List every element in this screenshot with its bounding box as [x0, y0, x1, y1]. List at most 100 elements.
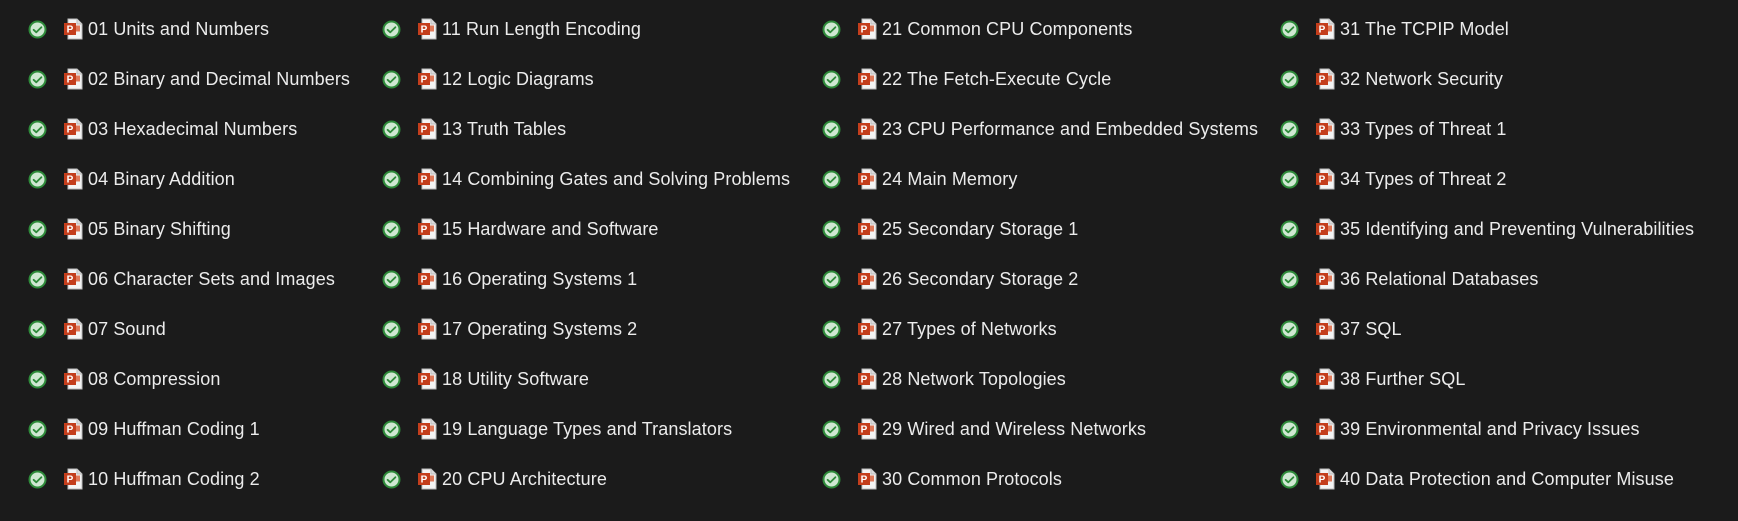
file-item[interactable]: P 39 Environmental and Privacy Issues	[1280, 404, 1694, 454]
powerpoint-file-icon: P	[1315, 18, 1335, 40]
svg-text:P: P	[1319, 425, 1326, 436]
file-item[interactable]: P 07 Sound	[28, 304, 350, 354]
svg-text:P: P	[1319, 375, 1326, 386]
file-name: 10 Huffman Coding 2	[88, 468, 260, 489]
svg-text:P: P	[421, 125, 428, 136]
svg-text:P: P	[861, 325, 868, 336]
file-item[interactable]: P 16 Operating Systems 1	[382, 254, 790, 304]
file-item[interactable]: P 33 Types of Threat 1	[1280, 104, 1694, 154]
check-circle-icon	[382, 470, 401, 489]
svg-text:P: P	[861, 275, 868, 286]
file-item[interactable]: P 17 Operating Systems 2	[382, 304, 790, 354]
file-item[interactable]: P 29 Wired and Wireless Networks	[822, 404, 1258, 454]
file-item[interactable]: P 36 Relational Databases	[1280, 254, 1694, 304]
file-name: 33 Types of Threat 1	[1340, 118, 1507, 139]
powerpoint-file-icon: P	[63, 68, 83, 90]
file-item[interactable]: P 30 Common Protocols	[822, 454, 1258, 504]
powerpoint-file-icon: P	[417, 168, 437, 190]
file-name: 17 Operating Systems 2	[442, 318, 638, 339]
file-item[interactable]: P 11 Run Length Encoding	[382, 4, 790, 54]
svg-text:P: P	[861, 475, 868, 486]
file-name: 13 Truth Tables	[442, 118, 567, 139]
file-item[interactable]: P 40 Data Protection and Computer Misuse	[1280, 454, 1694, 504]
file-item[interactable]: P 02 Binary and Decimal Numbers	[28, 54, 350, 104]
file-name: 28 Network Topologies	[882, 368, 1066, 389]
file-item[interactable]: P 28 Network Topologies	[822, 354, 1258, 404]
file-item[interactable]: P 26 Secondary Storage 2	[822, 254, 1258, 304]
svg-text:P: P	[421, 425, 428, 436]
powerpoint-file-icon: P	[417, 418, 437, 440]
file-item[interactable]: P 23 CPU Performance and Embedded System…	[822, 104, 1258, 154]
file-item[interactable]: P 18 Utility Software	[382, 354, 790, 404]
file-item[interactable]: P 03 Hexadecimal Numbers	[28, 104, 350, 154]
file-item[interactable]: P 27 Types of Networks	[822, 304, 1258, 354]
file-item[interactable]: P 32 Network Security	[1280, 54, 1694, 104]
powerpoint-file-icon: P	[857, 68, 877, 90]
file-name: 29 Wired and Wireless Networks	[882, 418, 1147, 439]
check-circle-icon	[822, 270, 841, 289]
powerpoint-file-icon: P	[857, 218, 877, 240]
check-circle-icon	[28, 220, 47, 239]
powerpoint-file-icon: P	[1315, 418, 1335, 440]
powerpoint-file-icon: P	[63, 168, 83, 190]
file-item[interactable]: P 38 Further SQL	[1280, 354, 1694, 404]
svg-text:P: P	[67, 475, 74, 486]
check-circle-icon	[382, 420, 401, 439]
file-item[interactable]: P 13 Truth Tables	[382, 104, 790, 154]
svg-text:P: P	[421, 275, 428, 286]
svg-text:P: P	[861, 25, 868, 36]
check-circle-icon	[1280, 20, 1299, 39]
file-name: 37 SQL	[1340, 318, 1402, 339]
file-item[interactable]: P 08 Compression	[28, 354, 350, 404]
file-item[interactable]: P 21 Common CPU Components	[822, 4, 1258, 54]
powerpoint-file-icon: P	[417, 468, 437, 490]
check-circle-icon	[382, 370, 401, 389]
file-item[interactable]: P 37 SQL	[1280, 304, 1694, 354]
powerpoint-file-icon: P	[417, 68, 437, 90]
file-item[interactable]: P 10 Huffman Coding 2	[28, 454, 350, 504]
file-item[interactable]: P 24 Main Memory	[822, 154, 1258, 204]
file-item[interactable]: P 31 The TCPIP Model	[1280, 4, 1694, 54]
file-item[interactable]: P 05 Binary Shifting	[28, 204, 350, 254]
powerpoint-file-icon: P	[63, 268, 83, 290]
file-item[interactable]: P 25 Secondary Storage 1	[822, 204, 1258, 254]
powerpoint-file-icon: P	[857, 418, 877, 440]
powerpoint-file-icon: P	[1315, 268, 1335, 290]
file-item[interactable]: P 14 Combining Gates and Solving Problem…	[382, 154, 790, 204]
file-item[interactable]: P 09 Huffman Coding 1	[28, 404, 350, 454]
powerpoint-file-icon: P	[1315, 68, 1335, 90]
file-name: 18 Utility Software	[442, 368, 589, 389]
check-circle-icon	[382, 70, 401, 89]
powerpoint-file-icon: P	[63, 318, 83, 340]
check-circle-icon	[822, 20, 841, 39]
file-item[interactable]: P 15 Hardware and Software	[382, 204, 790, 254]
powerpoint-file-icon: P	[417, 218, 437, 240]
svg-text:P: P	[1319, 275, 1326, 286]
check-circle-icon	[28, 70, 47, 89]
check-circle-icon	[1280, 270, 1299, 289]
file-item[interactable]: P 22 The Fetch-Execute Cycle	[822, 54, 1258, 104]
file-item[interactable]: P 19 Language Types and Translators	[382, 404, 790, 454]
powerpoint-file-icon: P	[63, 218, 83, 240]
check-circle-icon	[28, 470, 47, 489]
powerpoint-file-icon: P	[1315, 168, 1335, 190]
file-item[interactable]: P 06 Character Sets and Images	[28, 254, 350, 304]
svg-text:P: P	[421, 375, 428, 386]
file-item[interactable]: P 04 Binary Addition	[28, 154, 350, 204]
file-item[interactable]: P 01 Units and Numbers	[28, 4, 350, 54]
check-circle-icon	[822, 420, 841, 439]
file-item[interactable]: P 34 Types of Threat 2	[1280, 154, 1694, 204]
file-item[interactable]: P 35 Identifying and Preventing Vulnerab…	[1280, 204, 1694, 254]
file-name: 23 CPU Performance and Embedded Systems	[882, 118, 1259, 139]
file-item[interactable]: P 20 CPU Architecture	[382, 454, 790, 504]
file-item[interactable]: P 12 Logic Diagrams	[382, 54, 790, 104]
file-name: 16 Operating Systems 1	[442, 268, 638, 289]
check-circle-icon	[1280, 170, 1299, 189]
check-circle-icon	[1280, 70, 1299, 89]
file-name: 30 Common Protocols	[882, 468, 1062, 489]
powerpoint-file-icon: P	[1315, 118, 1335, 140]
powerpoint-file-icon: P	[857, 268, 877, 290]
powerpoint-file-icon: P	[857, 168, 877, 190]
powerpoint-file-icon: P	[63, 418, 83, 440]
svg-text:P: P	[861, 125, 868, 136]
